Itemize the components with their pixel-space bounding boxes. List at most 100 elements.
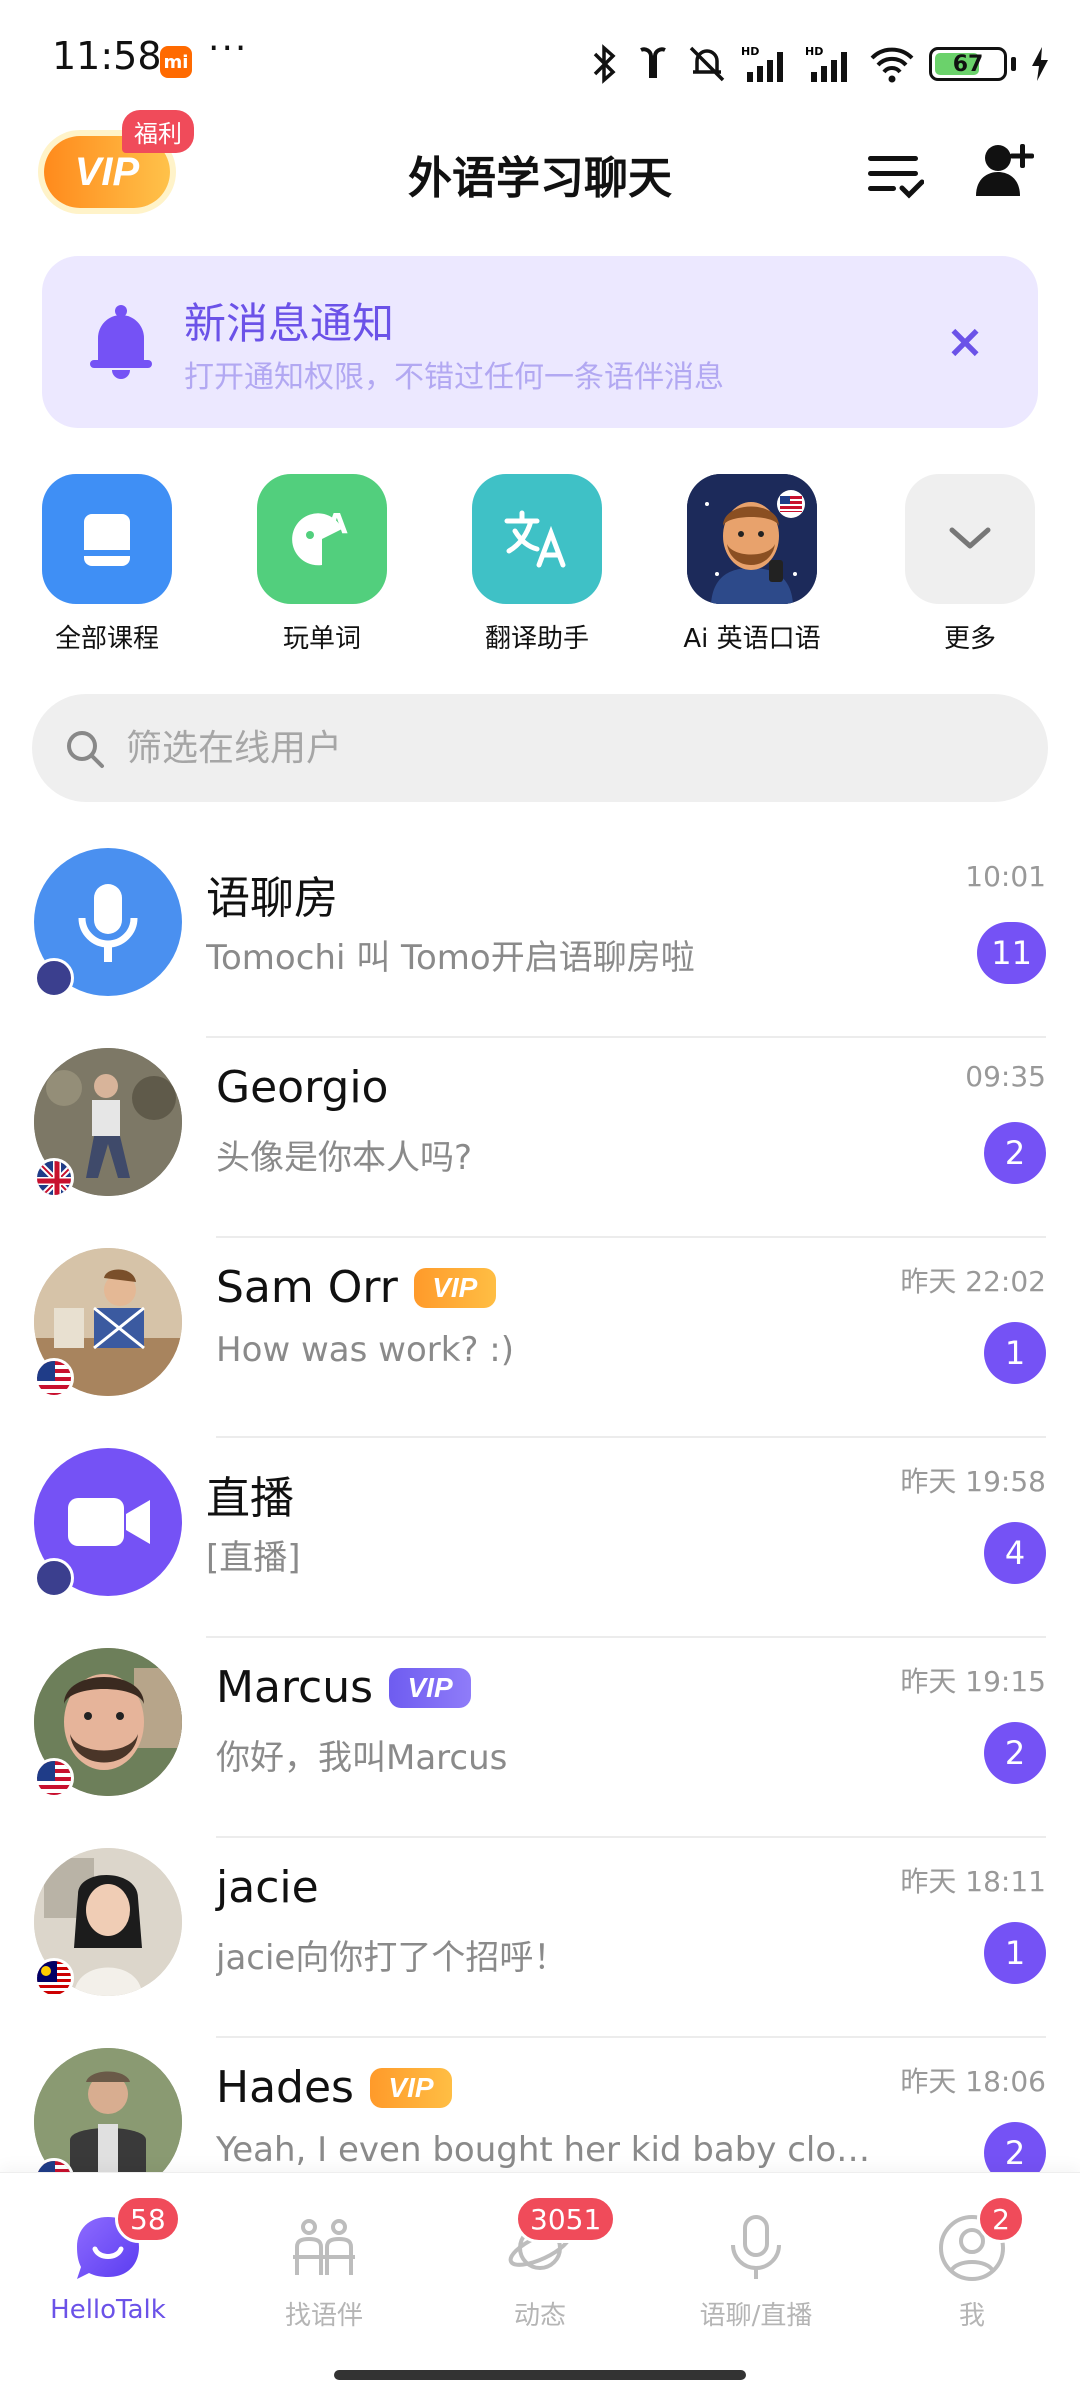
nav-badge: 58 [115, 2195, 181, 2243]
quick-label: Ai 英语口语 [683, 624, 821, 654]
conversation-time: 昨天 19:15 [900, 1665, 1046, 1698]
conversation-message: Yeah, I even bought her kid baby clo… [216, 2130, 871, 2170]
nav-label: 动态 [513, 2301, 566, 2331]
status-bar: 11:58 mi ··· HD HD 67 [0, 0, 1080, 120]
quick-item-courses[interactable]: 全部课程 [32, 474, 182, 655]
battery-icon: 67 [929, 47, 1007, 81]
my-flag-icon [34, 1958, 74, 1998]
conversation-time: 昨天 18:06 [900, 2065, 1046, 2098]
quick-label: 翻译助手 [484, 624, 589, 654]
nav-item-moments[interactable]: 3051 动态 [440, 2195, 640, 2332]
nav-item-voice-live[interactable]: 语聊/直播 [656, 2213, 856, 2332]
bluetooth-icon [593, 44, 616, 84]
quick-item-words[interactable]: A 玩单词 [247, 474, 397, 655]
globe-flag-icon [34, 1558, 74, 1598]
conversation-row[interactable]: Marcus VIP 你好，我叫Marcus 昨天 19:15 2 [0, 1638, 1080, 1838]
unread-badge: 4 [984, 1522, 1046, 1584]
nav-item-me[interactable]: 2 我 [872, 2195, 1072, 2332]
conversation-time: 09:35 [965, 1060, 1046, 1093]
conversation-name: Sam Orr VIP [216, 1262, 496, 1313]
conversation-row[interactable]: jacie jacie向你打了个招呼！ 昨天 18:11 1 [0, 1838, 1080, 2038]
wifi-icon [870, 47, 914, 83]
quick-item-more[interactable]: 更多 [895, 474, 1045, 655]
quick-label: 更多 [943, 624, 996, 654]
status-time: 11:58 [52, 34, 162, 78]
conversation-name-text: Hades [216, 2062, 354, 2113]
mute-bell-icon [689, 46, 725, 82]
conversation-name: Georgio [216, 1062, 388, 1113]
conversation-name: Marcus VIP [216, 1662, 472, 1713]
unread-badge: 2 [984, 1722, 1046, 1784]
conversation-message: [直播] [206, 1538, 301, 1578]
quick-label: 全部课程 [54, 624, 159, 654]
vip-badge: VIP [413, 1267, 496, 1308]
charging-icon [1032, 47, 1048, 81]
status-icons: HD HD 67 [591, 40, 1050, 88]
conversation-name-text: jacie [216, 1862, 319, 1913]
list-check-icon[interactable] [866, 144, 924, 202]
notification-banner[interactable]: 新消息通知 打开通知权限，不错过任何一条语伴消息 × [42, 256, 1038, 428]
quick-actions: 全部课程 A 玩单词 翻译助手 Ai 英语口语 更多 [0, 474, 1080, 664]
mi-app-icon: mi [160, 46, 192, 78]
chat-bubble-icon: 58 [73, 2195, 181, 2283]
quick-item-translate[interactable]: 翻译助手 [462, 474, 612, 655]
svg-text:A: A [326, 507, 348, 540]
notification-title: 新消息通知 [184, 299, 395, 348]
close-icon[interactable]: × [940, 314, 990, 368]
conversation-row[interactable]: Sam Orr VIP How was work? :) 昨天 22:02 1 [0, 1238, 1080, 1438]
conversation-time: 昨天 19:58 [900, 1465, 1046, 1498]
quick-item-ai-english[interactable]: Ai 英语口语 [677, 474, 827, 655]
conversation-message: 头像是你本人吗? [216, 1138, 473, 1178]
ai-tutor-avatar [687, 474, 817, 604]
conversation-name-text: Sam Orr [216, 1262, 398, 1313]
microphone-icon [721, 2213, 791, 2283]
more-notifications-icon: ··· [208, 28, 249, 69]
quick-label: 玩单词 [282, 624, 361, 654]
conversation-message: How was work? :) [216, 1330, 514, 1370]
conversation-time: 昨天 22:02 [900, 1265, 1046, 1298]
signal-hd-icon-2: HD [805, 45, 847, 82]
search-icon [67, 731, 104, 768]
bell-icon [90, 305, 152, 379]
nav-item-hellotalk[interactable]: 58 HelloTalk [8, 2195, 208, 2325]
conversation-name-text: Georgio [216, 1062, 389, 1113]
unread-badge: 2 [984, 1122, 1046, 1184]
uk-flag-icon [34, 1158, 74, 1198]
nav-label: 语聊/直播 [699, 2301, 813, 2331]
conversation-row[interactable]: 直播 [直播] 昨天 19:58 4 [0, 1438, 1080, 1638]
search-bar[interactable] [32, 694, 1048, 802]
conversation-time: 10:01 [965, 860, 1046, 893]
conversation-name-text: Marcus [216, 1662, 374, 1713]
battery-level: 67 [952, 51, 984, 77]
conversation-name-text: 语聊房 [206, 873, 338, 924]
svg-text:HD: HD [805, 45, 823, 58]
chevron-down-icon [905, 474, 1035, 604]
conversation-name: Hades VIP [216, 2062, 452, 2113]
signal-hd-icon: HD [741, 45, 783, 82]
profile-icon: 2 [937, 2195, 1025, 2283]
conversation-time: 昨天 18:11 [900, 1865, 1046, 1898]
conversation-message: jacie向你打了个招呼！ [216, 1938, 568, 1978]
search-input[interactable] [126, 694, 1006, 802]
globe-flag-icon [34, 958, 74, 998]
find-partner-icon [289, 2213, 359, 2283]
add-friend-icon[interactable] [974, 138, 1036, 200]
unread-badge: 11 [977, 922, 1046, 984]
conversation-row[interactable]: 语聊房 Tomochi 叫 Tomo开启语聊房啦 10:01 11 [0, 838, 1080, 1038]
vip-badge: VIP [369, 2067, 452, 2108]
home-indicator[interactable] [334, 2370, 746, 2380]
battery-tip [1011, 57, 1016, 71]
word-game-icon: A [257, 474, 387, 604]
app-header: VIP 福利 外语学习聊天 [0, 110, 1080, 240]
unread-badge: 1 [984, 1322, 1046, 1384]
nav-item-find-partner[interactable]: 找语伴 [224, 2213, 424, 2332]
conversation-message: Tomochi 叫 Tomo开启语聊房啦 [206, 938, 695, 978]
nav-label: 我 [958, 2301, 985, 2331]
bottom-nav: 58 HelloTalk 找语伴 3051 动态 语聊/直播 2 我 [0, 2172, 1080, 2403]
conversation-row[interactable]: Georgio 头像是你本人吗? 09:35 2 [0, 1038, 1080, 1238]
conversation-message: 你好，我叫Marcus [216, 1738, 508, 1778]
planet-icon: 3051 [505, 2195, 617, 2283]
conversation-name: 语聊房 [206, 862, 338, 926]
nav-label: 找语伴 [284, 2301, 363, 2331]
unread-badge: 1 [984, 1922, 1046, 1984]
